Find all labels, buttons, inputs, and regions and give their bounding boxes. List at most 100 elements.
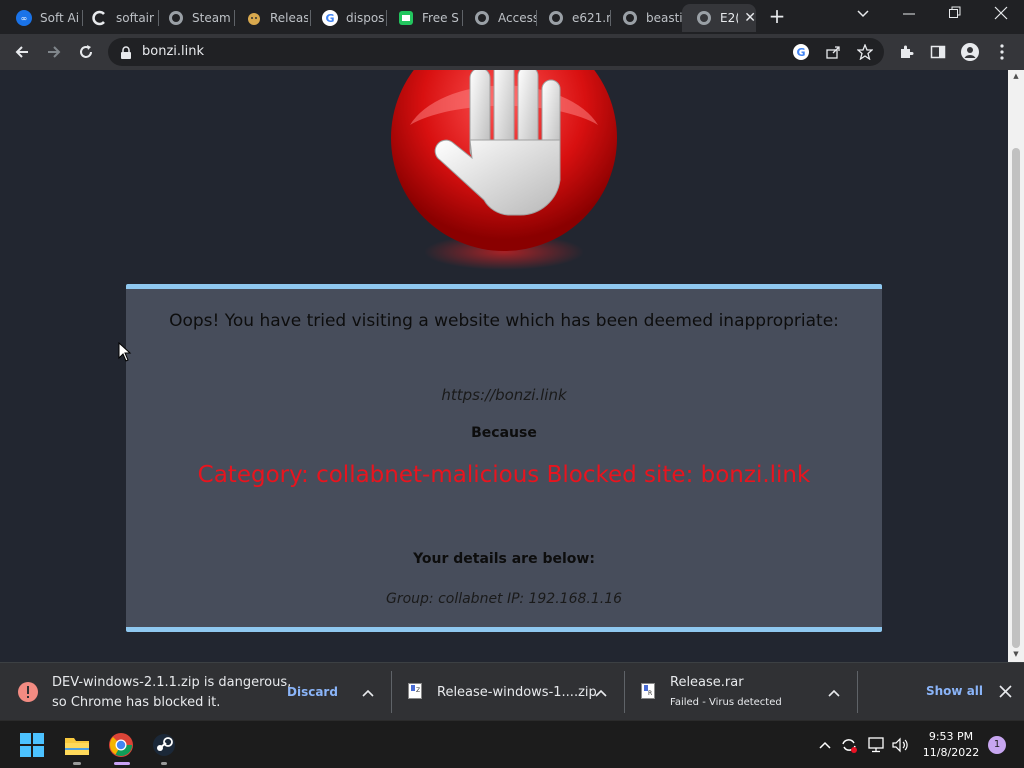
svg-text:Z: Z [416,687,420,694]
tab-strip: ∞ Soft Ai softain Steam Releas G dispos … [0,0,1024,34]
profile-icon[interactable] [958,40,982,64]
side-panel-icon[interactable] [926,40,950,64]
bookmark-star-icon[interactable] [856,43,874,61]
tab[interactable]: Access [460,4,536,32]
steam-icon[interactable] [148,729,180,761]
tab[interactable]: G dispos [308,4,384,32]
globe-icon [548,10,564,26]
url-text[interactable]: bonzi.link [142,44,204,59]
tab-title: Releas [270,11,308,25]
sync-icon[interactable] [840,736,858,754]
vertical-scrollbar[interactable]: ▲ ▼ [1008,70,1024,662]
share-icon[interactable] [824,43,842,61]
chevron-up-icon[interactable] [827,686,841,700]
download-item[interactable]: Z Release-windows-1....zip [392,663,624,721]
block-category: Category: collabnet-malicious Blocked si… [197,462,811,488]
google-lens-icon[interactable]: G [792,43,810,61]
block-notice-panel: Oops! You have tried visiting a website … [126,284,882,632]
menu-kebab-icon[interactable] [990,40,1014,64]
chevron-up-icon[interactable] [594,686,608,700]
download-filename: Release.rar [670,675,744,690]
chevron-up-icon[interactable] [361,686,375,700]
close-window-button[interactable] [990,6,1012,24]
restore-button[interactable] [944,6,966,24]
tab-search-icon[interactable] [852,6,874,24]
block-heading: Oops! You have tried visiting a website … [169,311,839,331]
notification-badge[interactable]: 1 [988,736,1006,754]
rar-file-icon: R [641,683,655,703]
running-indicator [161,762,167,765]
scroll-thumb[interactable] [1012,148,1020,648]
file-explorer-icon[interactable] [61,729,93,761]
globe-icon [696,10,712,26]
svg-text:G: G [325,12,334,25]
because-label: Because [471,425,537,441]
infinity-logo-icon: ∞ [16,10,32,26]
tab-active[interactable]: E2( ✕ [682,4,756,32]
extensions-icon[interactable] [894,40,918,64]
download-item-failed[interactable]: R Release.rar Failed - Virus detected [625,663,857,721]
discard-button[interactable]: Discard [287,685,338,699]
svg-text:R: R [648,690,652,697]
stop-hand-icon [380,70,628,294]
download-shelf: DEV-windows-2.1.1.zip is dangerous, so C… [0,662,1024,720]
volume-icon[interactable] [892,736,910,754]
tab[interactable]: softain [78,4,154,32]
windows-start-icon[interactable] [16,729,48,761]
download-item-dangerous: DEV-windows-2.1.1.zip is dangerous, so C… [0,663,390,721]
scroll-up-arrow-icon[interactable]: ▲ [1011,72,1021,82]
shelf-separator [857,671,858,713]
tab-title: Access [498,11,536,25]
new-tab-button[interactable]: + [766,6,788,28]
clock-date: 11/8/2022 [922,746,980,759]
tab[interactable]: beasti [608,4,684,32]
chrome-icon[interactable] [105,729,137,761]
show-hidden-icons-chevron-icon[interactable] [816,736,834,754]
tab-title: dispos [346,11,384,25]
browser-toolbar: bonzi.link G [0,34,1024,70]
svg-text:∞: ∞ [21,14,28,23]
tab-title: Soft Ai [40,11,78,25]
tab-title: Free Si [422,11,460,25]
globe-icon [474,10,490,26]
active-indicator [114,762,130,765]
warning-icon [18,682,38,706]
forward-button[interactable] [42,40,66,64]
taskbar: 9:53 PM 11/8/2022 1 [0,720,1024,768]
tab[interactable]: Free Si [384,4,460,32]
lock-icon[interactable] [120,45,132,64]
reload-button[interactable] [74,40,98,64]
show-all-button[interactable]: Show all [926,684,983,698]
globe-icon [622,10,638,26]
globe-icon [168,10,184,26]
tab[interactable]: ∞ Soft Ai [2,4,78,32]
tab-title: e621.n [572,11,610,25]
download-filename: Release-windows-1....zip [437,685,597,700]
close-tab-icon[interactable]: ✕ [744,10,756,26]
doge-icon [246,10,262,26]
blocked-url: https://bonzi.link [441,386,567,404]
network-icon[interactable] [868,736,886,754]
tab-title: softain [116,11,154,25]
tab[interactable]: e621.n [534,4,610,32]
google-icon: G [322,10,338,26]
download-status: Failed - Virus detected [670,697,782,708]
close-shelf-icon[interactable] [999,685,1012,698]
back-button[interactable] [10,40,34,64]
c-logo-icon [92,10,108,26]
clock-time: 9:53 PM [928,730,974,743]
green-square-icon [398,10,414,26]
minimize-button[interactable] [898,6,920,24]
tab[interactable]: Releas [232,4,308,32]
download-warning-line2: so Chrome has blocked it. [52,695,221,710]
address-bar[interactable]: bonzi.link G [108,38,884,66]
tab-title: beasti [646,11,683,25]
tab[interactable]: Steam [154,4,232,32]
running-indicator [73,762,81,765]
system-clock[interactable]: 9:53 PM 11/8/2022 [916,729,986,761]
mouse-cursor-icon [118,341,132,366]
download-warning-line1: DEV-windows-2.1.1.zip is dangerous, [52,675,292,690]
tab-title: Steam [192,11,231,25]
scroll-down-arrow-icon[interactable]: ▼ [1011,650,1021,660]
group-ip-info: Group: collabnet IP: 192.168.1.16 [385,591,623,607]
